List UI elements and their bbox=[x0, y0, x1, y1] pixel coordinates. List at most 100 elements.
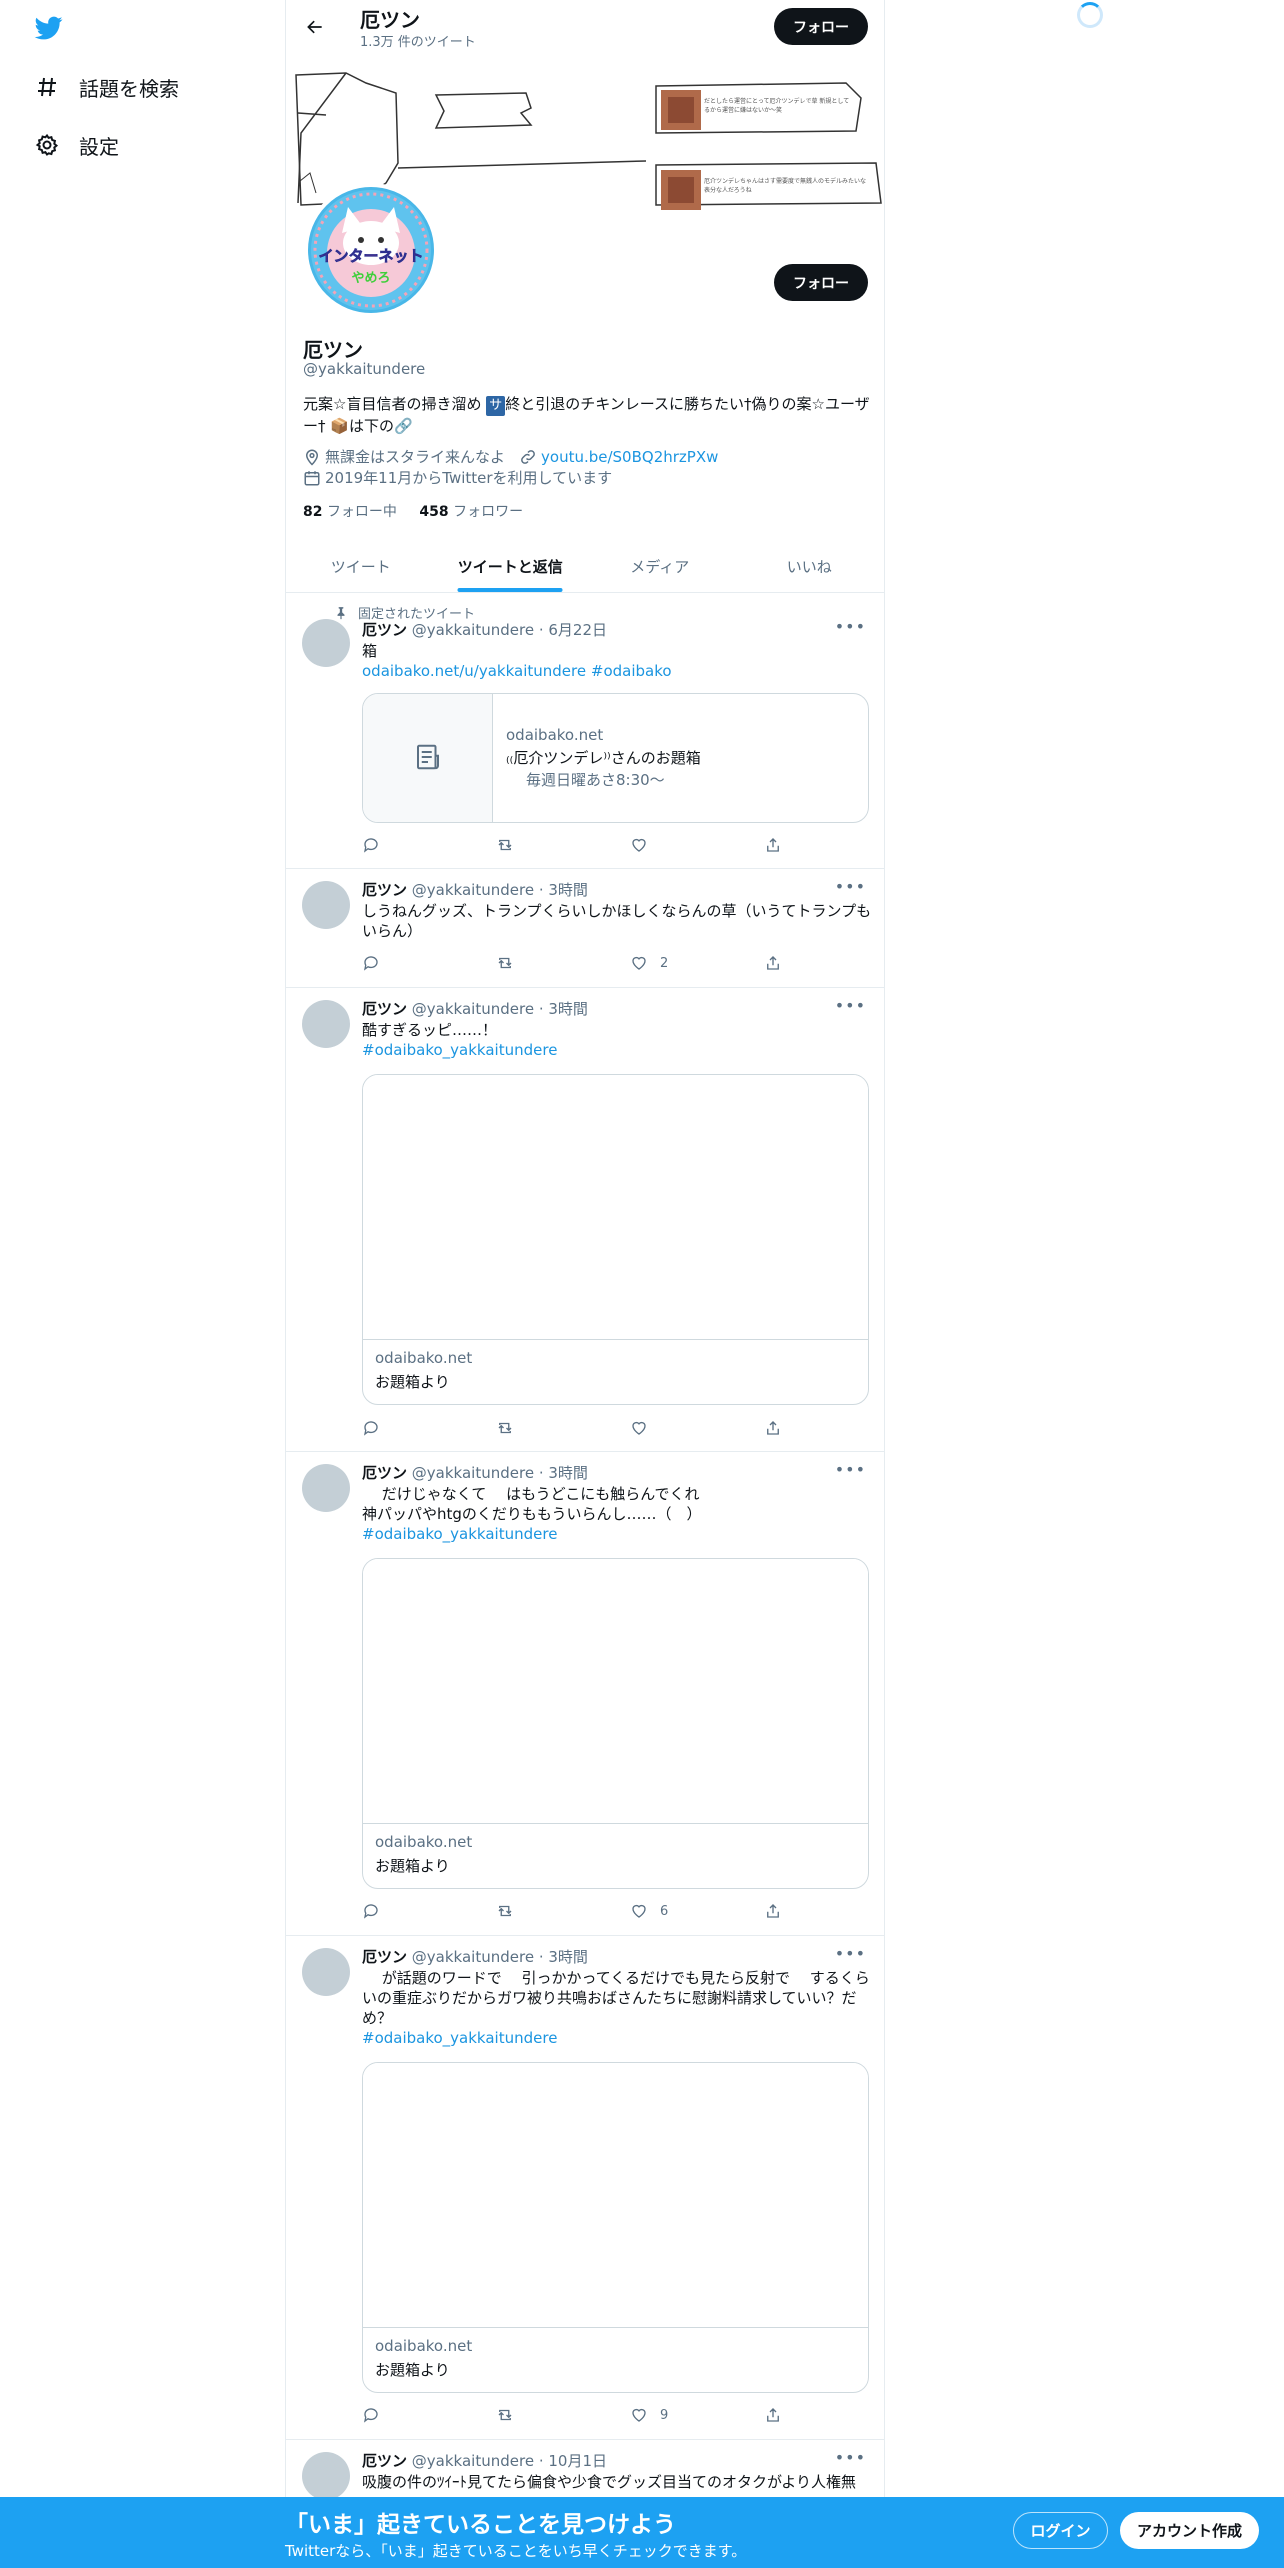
tab-likes-label: いいね bbox=[786, 557, 832, 576]
follow-stats: 82 フォロー中 458 フォロワー bbox=[303, 501, 523, 521]
card-title: お題箱より bbox=[375, 1373, 450, 1391]
tweet-avatar[interactable] bbox=[302, 619, 350, 667]
like-icon[interactable] bbox=[630, 836, 660, 854]
gear-icon bbox=[33, 131, 61, 159]
retweet-icon[interactable] bbox=[496, 836, 514, 854]
link-card[interactable]: odaibako.net お題箱より bbox=[362, 1074, 869, 1405]
tweet-author-handle[interactable]: @yakkaitundere bbox=[412, 881, 534, 899]
like-icon[interactable]: 2 bbox=[630, 954, 668, 972]
tab-tweets[interactable]: ツイート bbox=[286, 540, 436, 592]
avatar-text-bottom: やめろ bbox=[351, 271, 391, 286]
reply-icon[interactable] bbox=[362, 836, 380, 854]
link-card[interactable]: odaibako.net ₍₍厄介ツンデレ⁾⁾さんのお題箱 毎週日曜あさ8:30… bbox=[362, 693, 869, 823]
tweet-author-handle[interactable]: @yakkaitundere bbox=[412, 2452, 534, 2470]
more-options-icon[interactable]: ••• bbox=[835, 617, 866, 636]
following-link[interactable]: 82 フォロー中 bbox=[303, 504, 397, 520]
tweet-time[interactable]: 3時間 bbox=[548, 881, 588, 899]
retweet-icon[interactable] bbox=[496, 2406, 514, 2424]
tweet-header: 厄ツン @yakkaitundere · 3時間 bbox=[362, 881, 588, 899]
tweet-header: 厄ツン @yakkaitundere · 6月22日 bbox=[362, 621, 607, 639]
tweet-avatar[interactable] bbox=[302, 1464, 350, 1512]
tweet-item[interactable]: 固定されたツイート 厄ツン @yakkaitundere · 6月22日 •••… bbox=[286, 593, 884, 869]
share-icon[interactable] bbox=[764, 836, 782, 854]
signup-button[interactable]: アカウント作成 bbox=[1120, 2512, 1259, 2549]
tweet-hashtag[interactable]: #odaibako_yakkaitundere bbox=[362, 1525, 557, 1543]
followers-label: フォロワー bbox=[453, 504, 524, 520]
profile-avatar[interactable]: インターネット やめろ bbox=[304, 183, 438, 317]
retweet-icon[interactable] bbox=[496, 954, 514, 972]
header-follow-button[interactable]: フォロー bbox=[774, 8, 868, 45]
more-options-icon[interactable]: ••• bbox=[835, 877, 866, 896]
nav-explore[interactable]: 話題を検索 bbox=[33, 67, 179, 107]
tweet-time[interactable]: 3時間 bbox=[548, 1464, 588, 1482]
tweet-item[interactable]: 厄ツン @yakkaitundere · 3時間 ••• しうねんグッズ、トラン… bbox=[286, 869, 884, 988]
tweet-actions bbox=[362, 1419, 792, 1439]
login-button[interactable]: ログイン bbox=[1013, 2512, 1108, 2549]
tab-tweets-and-replies[interactable]: ツイートと返信 bbox=[436, 540, 586, 592]
tweet-author-name[interactable]: 厄ツン bbox=[362, 881, 407, 899]
more-options-icon[interactable]: ••• bbox=[835, 996, 866, 1015]
tweet-author-name[interactable]: 厄ツン bbox=[362, 1948, 407, 1966]
tweet-author-handle[interactable]: @yakkaitundere bbox=[412, 1000, 534, 1018]
tweet-item[interactable]: 厄ツン @yakkaitundere · 3時間 ••• が話題のワードで 引っ… bbox=[286, 1936, 884, 2440]
tweet-text-line: 箱 bbox=[362, 642, 378, 660]
card-domain: odaibako.net bbox=[375, 1349, 473, 1367]
tweet-hashtag[interactable]: #odaibako_yakkaitundere bbox=[362, 2029, 557, 2047]
link-card[interactable]: odaibako.net お題箱より bbox=[362, 1558, 869, 1889]
more-options-icon[interactable]: ••• bbox=[835, 1944, 866, 1963]
tweet-avatar[interactable] bbox=[302, 881, 350, 929]
tweet-actions bbox=[362, 836, 792, 856]
tab-likes[interactable]: いいね bbox=[735, 540, 885, 592]
card-title: お題箱より bbox=[375, 1857, 450, 1875]
card-thumbnail bbox=[363, 694, 493, 822]
card-image bbox=[363, 1559, 868, 1824]
tweet-time[interactable]: 10月1日 bbox=[548, 2452, 607, 2470]
tweet-time[interactable]: 6月22日 bbox=[548, 621, 607, 639]
tweet-author-handle[interactable]: @yakkaitundere bbox=[412, 1948, 534, 1966]
like-icon[interactable]: 6 bbox=[630, 1902, 668, 1920]
twitter-bird-icon[interactable] bbox=[33, 14, 65, 42]
tab-media[interactable]: メディア bbox=[585, 540, 735, 592]
tweet-avatar[interactable] bbox=[302, 2452, 350, 2500]
like-icon[interactable]: 9 bbox=[630, 2406, 668, 2424]
retweet-icon[interactable] bbox=[496, 1419, 514, 1437]
tweet-time[interactable]: 3時間 bbox=[548, 1000, 588, 1018]
share-icon[interactable] bbox=[764, 1902, 782, 1920]
tweet-author-handle[interactable]: @yakkaitundere bbox=[412, 621, 534, 639]
profile-tabs: ツイート ツイートと返信 メディア いいね bbox=[286, 540, 884, 593]
more-options-icon[interactable]: ••• bbox=[835, 2448, 866, 2467]
tweet-hashtag[interactable]: #odaibako_yakkaitundere bbox=[362, 1041, 557, 1059]
tweet-avatar[interactable] bbox=[302, 1948, 350, 1996]
retweet-icon[interactable] bbox=[496, 1902, 514, 1920]
profile-handle: @yakkaitundere bbox=[303, 360, 426, 378]
signup-banner-subtitle: Twitterなら、「いま」起きていることをいち早くチェックできます。 bbox=[285, 2542, 747, 2560]
tweet-link[interactable]: odaibako.net/u/yakkaitundere bbox=[362, 662, 586, 680]
nav-settings[interactable]: 設定 bbox=[33, 125, 119, 165]
link-card[interactable]: odaibako.net お題箱より bbox=[362, 2062, 869, 2393]
tweet-item[interactable]: 厄ツン @yakkaitundere · 3時間 ••• 酷すぎるッピ……！ #… bbox=[286, 988, 884, 1452]
tweet-author-handle[interactable]: @yakkaitundere bbox=[412, 1464, 534, 1482]
tweet-author-name[interactable]: 厄ツン bbox=[362, 621, 407, 639]
tweet-time[interactable]: 3時間 bbox=[548, 1948, 588, 1966]
profile-website-link[interactable]: youtu.be/S0BQ2hrzPXw bbox=[541, 448, 718, 466]
more-options-icon[interactable]: ••• bbox=[835, 1460, 866, 1479]
back-arrow-icon[interactable] bbox=[300, 12, 330, 42]
followers-count: 458 bbox=[419, 504, 449, 520]
tweet-item[interactable]: 厄ツン @yakkaitundere · 3時間 ••• だけじゃなくて はもう… bbox=[286, 1452, 884, 1936]
reply-icon[interactable] bbox=[362, 2406, 380, 2424]
reply-icon[interactable] bbox=[362, 954, 380, 972]
share-icon[interactable] bbox=[764, 954, 782, 972]
share-icon[interactable] bbox=[764, 1419, 782, 1437]
tweet-author-name[interactable]: 厄ツン bbox=[362, 2452, 407, 2470]
banner-note-1: だとしたら運営にとって厄介ツンデレで草 新規としてるから運営に嫌はないか～笑 bbox=[704, 98, 850, 114]
followers-link[interactable]: 458 フォロワー bbox=[419, 504, 523, 520]
tweet-avatar[interactable] bbox=[302, 1000, 350, 1048]
tweet-hashtag[interactable]: #odaibako bbox=[591, 662, 672, 680]
tweet-author-name[interactable]: 厄ツン bbox=[362, 1000, 407, 1018]
reply-icon[interactable] bbox=[362, 1902, 380, 1920]
share-icon[interactable] bbox=[764, 2406, 782, 2424]
tweet-author-name[interactable]: 厄ツン bbox=[362, 1464, 407, 1482]
like-icon[interactable] bbox=[630, 1419, 660, 1437]
profile-follow-button[interactable]: フォロー bbox=[774, 264, 868, 301]
reply-icon[interactable] bbox=[362, 1419, 380, 1437]
